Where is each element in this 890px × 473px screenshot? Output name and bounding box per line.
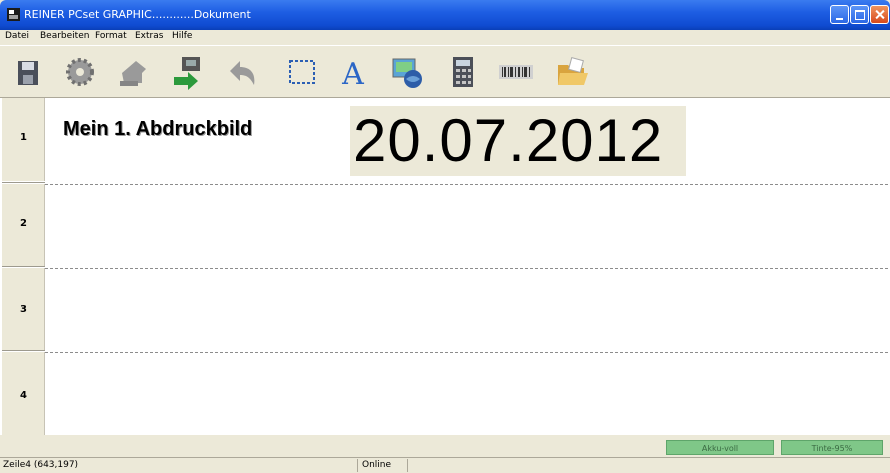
menu-format[interactable]: Format	[95, 31, 127, 41]
date-text: 20.07.2012	[353, 107, 664, 174]
app-icon	[6, 7, 21, 22]
row-number-2: 2	[2, 184, 45, 267]
row-separator	[45, 268, 888, 269]
connection-status: Online	[362, 459, 408, 472]
calculator-icon[interactable]	[443, 51, 483, 93]
svg-text:A: A	[341, 57, 364, 92]
barcode-icon[interactable]	[496, 51, 536, 93]
menu-datei[interactable]: Datei	[5, 31, 29, 41]
select-rectangle-icon[interactable]	[282, 51, 322, 93]
image-globe-icon[interactable]	[388, 51, 428, 93]
menu-bearbeiten[interactable]: Bearbeiten	[40, 31, 89, 41]
cursor-position-status: Zeile4 (643,197)	[3, 459, 358, 472]
row-2[interactable]: 2	[0, 184, 890, 267]
row-number-1: 1	[2, 98, 45, 181]
menu-hilfe[interactable]: Hilfe	[172, 31, 192, 41]
menu-extras[interactable]: Extras	[135, 31, 163, 41]
maximize-button[interactable]	[850, 5, 869, 24]
text-icon[interactable]: A	[333, 51, 373, 93]
toolbar: A	[0, 45, 890, 98]
close-button[interactable]	[870, 5, 889, 24]
row-3[interactable]: 3	[0, 268, 890, 351]
gear-icon[interactable]	[60, 51, 100, 93]
status-bar: Zeile4 (643,197) Online	[0, 457, 890, 473]
row-number-4: 4	[2, 352, 45, 435]
date-object[interactable]: 20.07.2012	[350, 106, 686, 176]
row-number-3: 3	[2, 268, 45, 351]
row-separator	[45, 184, 888, 185]
stamp-icon[interactable]	[112, 51, 152, 93]
row-number-separator	[2, 266, 45, 267]
undo-icon[interactable]	[222, 51, 262, 93]
document-canvas[interactable]: 1 2 3 4 Mein 1. Abdruckbild 20.07.2012	[0, 98, 890, 435]
save-icon[interactable]	[8, 51, 48, 93]
row-number-separator	[2, 350, 45, 351]
row-number-separator	[2, 182, 45, 183]
text-object-label[interactable]: Mein 1. Abdruckbild	[63, 118, 252, 141]
minimize-button[interactable]	[830, 5, 849, 24]
status-indicators: Akku-voll Tinte-95%	[0, 435, 890, 457]
ink-status-badge: Tinte-95%	[781, 440, 883, 455]
row-4[interactable]: 4	[0, 352, 890, 435]
open-folder-icon[interactable]	[552, 51, 592, 93]
title-bar[interactable]: REINER PCset GRAPHIC............Dokument	[0, 0, 890, 30]
window-title: REINER PCset GRAPHIC............Dokument	[24, 8, 251, 21]
row-separator	[45, 352, 888, 353]
print-transfer-icon[interactable]	[168, 51, 208, 93]
menu-bar: Datei Bearbeiten Format Extras Hilfe	[0, 30, 890, 45]
battery-status-badge: Akku-voll	[666, 440, 774, 455]
